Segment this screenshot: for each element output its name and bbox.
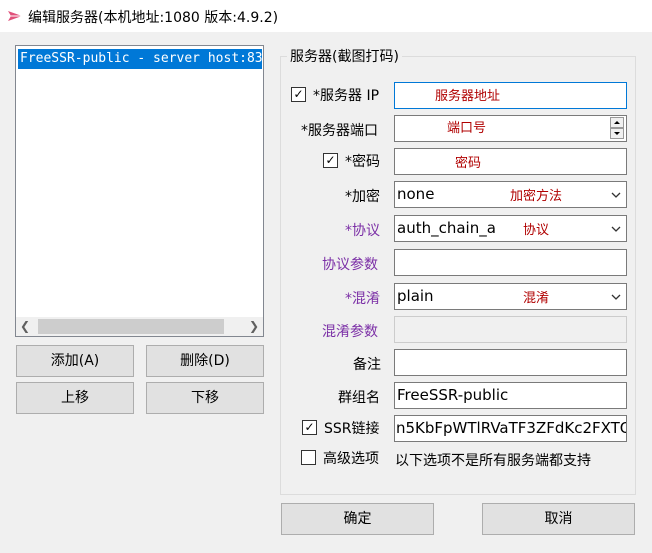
ssr-link-label: SSR链接 [324,421,380,437]
chevron-down-icon[interactable] [609,222,623,236]
server-port-input[interactable] [394,115,627,142]
encryption-label: *加密 [345,189,380,205]
protocol-param-label: 协议参数 [322,257,378,273]
protocol-param-input[interactable] [394,249,627,276]
group-name-value: FreeSSR-public [397,386,509,404]
protocol-label: *协议 [345,223,380,239]
server-ip-annotation: 服务器地址 [435,89,501,104]
title-bar: 编辑服务器(本机地址:1080 版本:4.9.2) [0,0,652,32]
horizontal-scrollbar[interactable]: ❮ ❯ [16,317,263,336]
obfs-param-input [394,316,627,343]
chevron-down-icon[interactable] [609,188,623,202]
spinner-down-icon[interactable] [610,128,624,139]
obfs-label: *混淆 [345,291,380,307]
advanced-label: 高级选项 [323,451,379,467]
scroll-right-icon[interactable]: ❯ [245,317,263,336]
advanced-note: 以下选项不是所有服务端都支持 [395,453,591,469]
ssr-link-value: n5KbFpWTlRVaTF3ZFdKc2FXTQ [396,419,627,437]
ok-button[interactable]: 确定 [281,503,434,535]
app-icon [8,11,22,21]
remarks-input[interactable] [394,349,627,376]
chevron-down-icon[interactable] [609,290,623,304]
ssr-link-input[interactable]: n5KbFpWTlRVaTF3ZFdKc2FXTQ [394,415,627,442]
move-up-button[interactable]: 上移 [16,382,134,414]
encryption-value: none [397,185,435,203]
server-ip-label: *服务器 IP [313,88,380,104]
add-button[interactable]: 添加(A) [16,345,134,377]
password-checkbox[interactable]: ✓ [323,153,338,168]
move-down-button[interactable]: 下移 [146,382,264,414]
obfs-value: plain [397,287,434,305]
cancel-button[interactable]: 取消 [482,503,635,535]
password-annotation: 密码 [455,156,482,171]
scroll-left-icon[interactable]: ❮ [16,317,34,336]
group-name-label: 群组名 [338,390,380,406]
list-item[interactable]: FreeSSR-public - server host:83 [18,49,262,69]
server-port-label: *服务器端口 [301,123,378,139]
obfs-param-label: 混淆参数 [322,324,378,340]
encryption-annotation: 加密方法 [510,189,563,204]
remarks-label: 备注 [353,357,381,373]
server-ip-input[interactable] [394,82,627,109]
server-ip-checkbox[interactable]: ✓ [291,87,306,102]
protocol-annotation: 协议 [523,223,550,238]
password-label: *密码 [345,154,380,170]
server-port-annotation: 端口号 [447,121,487,136]
advanced-checkbox[interactable] [301,450,316,465]
ssr-link-checkbox[interactable]: ✓ [302,420,317,435]
protocol-value: auth_chain_a [397,219,496,237]
server-list[interactable]: FreeSSR-public - server host:83 ❮ ❯ [15,45,264,337]
spinner-up-icon[interactable] [610,117,624,128]
window-title: 编辑服务器(本机地址:1080 版本:4.9.2) [28,10,279,26]
delete-button[interactable]: 删除(D) [146,345,264,377]
groupbox-title: 服务器(截图打码) [287,46,402,66]
password-input[interactable] [394,148,627,175]
scrollbar-thumb[interactable] [38,319,224,334]
obfs-annotation: 混淆 [523,291,550,306]
